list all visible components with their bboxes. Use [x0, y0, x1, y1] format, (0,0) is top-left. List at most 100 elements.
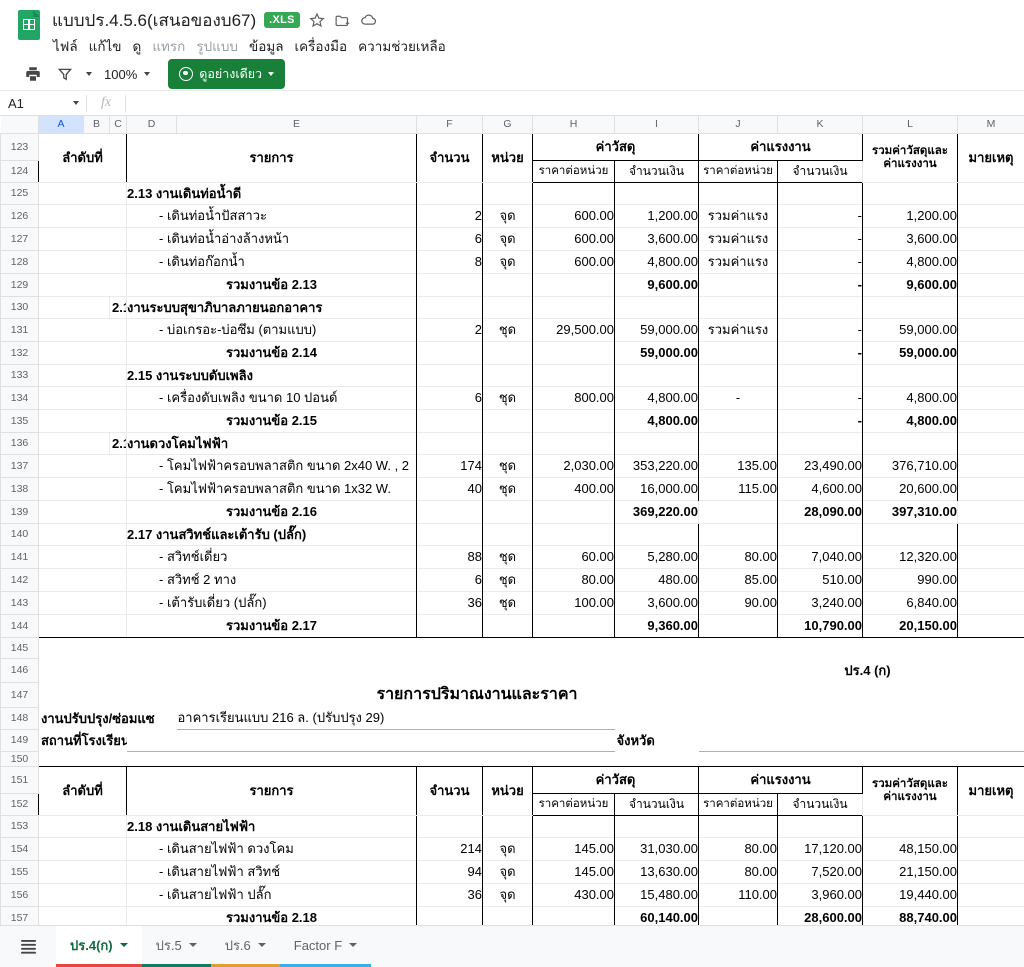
table-row[interactable]: 149 สถานที่โรงเรียน จังหวัด [0, 728, 1024, 752]
cell-note[interactable] [957, 905, 1024, 927]
cell-total[interactable]: 21,150.00 [862, 859, 958, 884]
cell-lab-amt[interactable]: - [777, 340, 863, 365]
cell-item[interactable]: - เดินท่อน้ำปัสสาวะ [126, 203, 417, 228]
cell-total[interactable]: 59,000.00 [862, 317, 958, 342]
cell-item[interactable]: งานระบบสุขาภิบาลภายนอกอาคาร [126, 295, 417, 319]
row-header-131[interactable]: 131 [0, 317, 39, 342]
cell-note[interactable] [957, 522, 1024, 546]
cell-unit[interactable] [482, 340, 533, 365]
row-header-153[interactable]: 153 [0, 814, 39, 838]
cell-mat-amt[interactable]: 4,800.00 [614, 249, 699, 274]
cell-qty[interactable] [416, 272, 483, 297]
table-row[interactable]: 150 [0, 750, 1024, 767]
row-header-128[interactable]: 128 [0, 249, 39, 274]
row-header-140[interactable]: 140 [0, 522, 39, 546]
cell-seq[interactable] [38, 453, 127, 478]
cell-blank[interactable] [39, 751, 1024, 766]
sheet-tab-pr5[interactable]: ปร.5 [141, 926, 211, 967]
table-row[interactable]: 135 รวมงานข้อ 2.15 4,800.00 - 4,800.00 [0, 408, 1024, 433]
cell-item[interactable]: - เดินสายไฟฟ้า ปลั๊ก [126, 882, 417, 907]
cell-lab-amt[interactable] [777, 363, 863, 387]
cell-unit[interactable]: จุด [482, 859, 533, 884]
cell-lab-amt[interactable] [777, 814, 863, 838]
sheet-tab-factor-f[interactable]: Factor F [279, 926, 372, 967]
cell-qty[interactable]: 214 [416, 836, 483, 861]
cell-unit[interactable] [482, 499, 533, 524]
cell-qty[interactable] [416, 814, 483, 838]
cell-total[interactable] [862, 181, 958, 205]
cell-seq[interactable] [38, 814, 127, 838]
cell-unit[interactable]: ชุด [482, 590, 533, 615]
row-header-125[interactable]: 125 [0, 181, 39, 205]
cell-seq[interactable] [38, 226, 127, 251]
cell-lab-unit[interactable] [698, 613, 778, 638]
cell-unit[interactable] [482, 522, 533, 546]
column-header-d[interactable]: D [126, 116, 177, 134]
cell-total[interactable]: 88,740.00 [862, 905, 958, 927]
cell-total[interactable] [862, 814, 958, 838]
row-header-146[interactable]: 146 [0, 657, 39, 683]
row-header-129[interactable]: 129 [0, 272, 39, 297]
cell-qty[interactable] [416, 408, 483, 433]
cell-unit[interactable]: ชุด [482, 453, 533, 478]
cell-item[interactable]: - เครื่องดับเพลิง ขนาด 10 ปอนด์ [126, 385, 417, 410]
cell-unit[interactable] [482, 295, 533, 319]
row-header-155[interactable]: 155 [0, 859, 39, 884]
cell-total[interactable] [862, 295, 958, 319]
table-row[interactable]: 154 - เดินสายไฟฟ้า ดวงโคม 214 จุด 145.00… [0, 836, 1024, 861]
cell-lab-amt[interactable] [777, 181, 863, 205]
cell-seq[interactable] [38, 249, 127, 274]
cell-item[interactable]: รวมงานข้อ 2.16 [126, 499, 417, 524]
view-only-caret-icon[interactable] [268, 72, 275, 76]
cell-item[interactable]: 2.13 งานเดินท่อน้ำดี [126, 181, 417, 205]
cell-mat-amt[interactable]: 9,360.00 [614, 613, 699, 638]
cell-seq[interactable] [38, 613, 127, 638]
table-row[interactable]: 147 รายการปริมาณงานและราคา [0, 681, 1024, 708]
cell-qty[interactable] [416, 431, 483, 455]
cell-lab-amt[interactable]: - [777, 226, 863, 251]
cell-mat-unit[interactable]: 145.00 [532, 836, 615, 861]
cell-blank[interactable] [778, 682, 1024, 707]
cell-mat-unit[interactable] [532, 814, 615, 838]
row-header-124[interactable]: 124 [0, 159, 39, 183]
cell-total[interactable]: 12,320.00 [862, 544, 958, 569]
cell-qty[interactable]: 6 [416, 567, 483, 592]
cell-qty[interactable]: 36 [416, 590, 483, 615]
cell-lab-unit[interactable] [698, 295, 778, 319]
cell-unit[interactable] [482, 431, 533, 455]
table-row[interactable]: 140 2.17 งานสวิทช์และเต้ารับ (ปลั๊ก) [0, 522, 1024, 546]
cell-lab-unit[interactable]: 110.00 [698, 882, 778, 907]
cell-mat-amt[interactable]: 3,600.00 [614, 590, 699, 615]
cell-total[interactable]: 397,310.00 [862, 499, 958, 524]
cell-mat-amt[interactable]: 31,030.00 [614, 836, 699, 861]
cell-mat-amt[interactable]: 59,000.00 [614, 317, 699, 342]
cell-mat-unit[interactable] [532, 363, 615, 387]
row-header-142[interactable]: 142 [0, 567, 39, 592]
cell-mat-amt[interactable]: 353,220.00 [614, 453, 699, 478]
cell-lab-unit[interactable]: รวมค่าแรง [698, 317, 778, 342]
cell-note[interactable] [957, 567, 1024, 592]
view-only-button[interactable]: ดูอย่างเดียว [168, 59, 286, 89]
cell-qty[interactable]: 36 [416, 882, 483, 907]
menu-edit[interactable]: แก้ไข [89, 35, 122, 57]
cell-blank[interactable] [39, 682, 177, 707]
cell-item[interactable]: งานดวงโคมไฟฟ้า [126, 431, 417, 455]
table-row[interactable]: 156 - เดินสายไฟฟ้า ปลั๊ก 36 จุด 430.00 1… [0, 882, 1024, 907]
menu-file[interactable]: ไฟล์ [53, 35, 78, 57]
cell-seq[interactable] [38, 567, 127, 592]
cell-unit[interactable] [482, 272, 533, 297]
report-title[interactable]: รายการปริมาณงานและราคา [177, 682, 778, 707]
cell-unit[interactable]: จุด [482, 226, 533, 251]
sheet-tab-pr4k[interactable]: ปร.4(ก) [56, 926, 142, 967]
sheet-tab-caret-icon[interactable] [349, 943, 358, 947]
menu-data[interactable]: ข้อมูล [249, 35, 284, 57]
cell-note[interactable] [957, 431, 1024, 455]
cell-lab-unit[interactable] [698, 814, 778, 838]
cell-unit[interactable]: จุด [482, 836, 533, 861]
row-header-123[interactable]: 123 [0, 132, 39, 161]
cell-blank[interactable] [39, 658, 778, 682]
cell-seq[interactable] [38, 836, 127, 861]
cell-mat-amt[interactable] [614, 295, 699, 319]
cell-item[interactable]: รวมงานข้อ 2.15 [126, 408, 417, 433]
cell-qty[interactable]: 174 [416, 453, 483, 478]
